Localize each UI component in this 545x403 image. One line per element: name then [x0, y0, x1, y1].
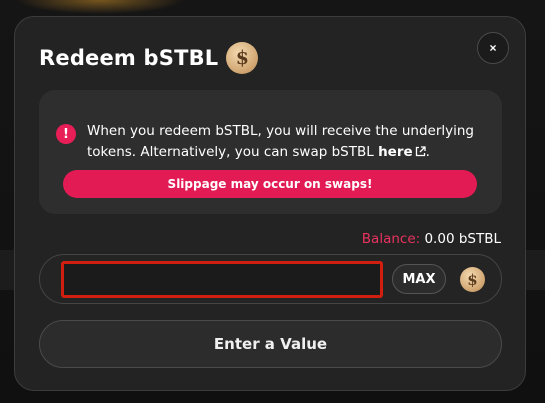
swap-here-link-label: here [378, 144, 413, 160]
redeem-modal: Redeem bSTBL $ × ! When you redeem bSTBL… [14, 16, 526, 391]
max-button[interactable]: MAX [392, 264, 446, 294]
exclamation-circle-icon: ! [56, 124, 76, 144]
close-icon: × [489, 41, 497, 55]
submit-button[interactable]: Enter a Value [39, 320, 502, 368]
external-link-icon [415, 146, 426, 157]
balance-row: Balance: 0.00 bSTBL [362, 231, 501, 247]
dollar-coin-icon: $ [226, 42, 259, 74]
amount-input-container: MAX $ [39, 254, 502, 304]
modal-header: Redeem bSTBL $ [39, 41, 259, 75]
balance-value: 0.00 bSTBL [424, 231, 501, 247]
slippage-warning: Slippage may occur on swaps! [63, 170, 477, 198]
info-text-end: . [425, 144, 430, 160]
info-text: When you redeem bSTBL, you will receive … [87, 121, 492, 163]
amount-input[interactable] [61, 261, 383, 298]
balance-label: Balance: [361, 231, 421, 247]
info-box: ! When you redeem bSTBL, you will receiv… [39, 90, 502, 214]
modal-title: Redeem bSTBL [39, 46, 219, 70]
dollar-coin-icon: $ [460, 267, 485, 292]
swap-here-link[interactable]: here [378, 144, 426, 160]
close-button[interactable]: × [477, 32, 509, 64]
